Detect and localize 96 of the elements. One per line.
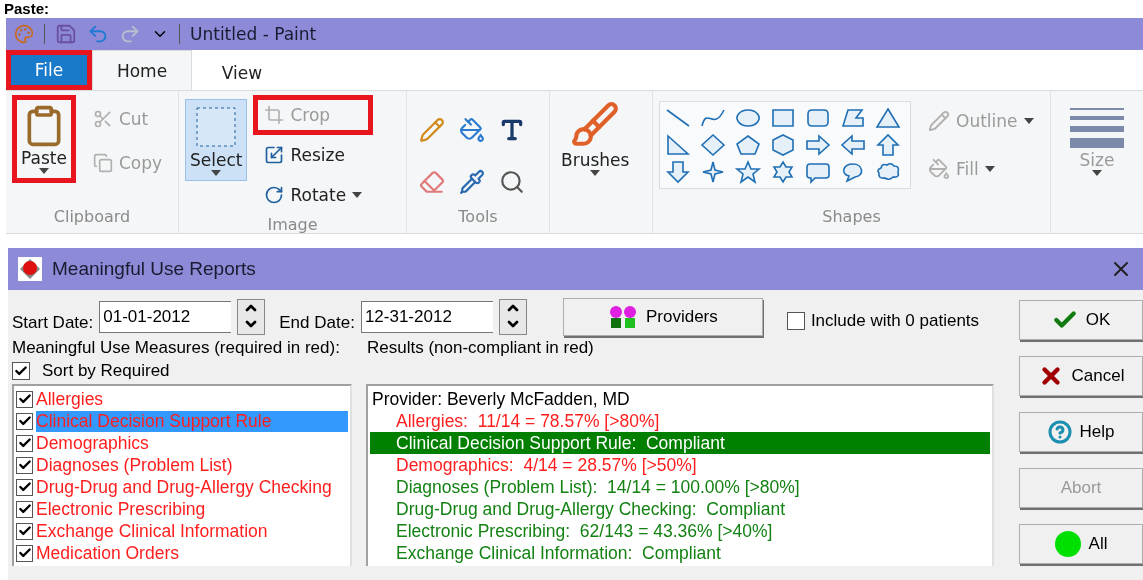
group-label: Shapes <box>821 207 882 228</box>
right-triangle-shape-icon[interactable] <box>664 133 692 157</box>
ribbon-tab[interactable]: Home <box>92 50 192 90</box>
checkbox[interactable] <box>16 544 33 562</box>
checkbox[interactable] <box>12 362 30 380</box>
result-row[interactable]: Exchange Clinical Information: Compliant <box>370 542 990 564</box>
help-button[interactable]: Help <box>1019 412 1143 452</box>
rectangle-shape-icon[interactable] <box>769 106 797 130</box>
app-icon <box>18 257 42 281</box>
rounded-rectangle-shape-icon[interactable] <box>804 106 832 130</box>
paint-bucket-icon[interactable] <box>459 117 485 143</box>
palette-icon <box>14 24 34 44</box>
checkbox-label: Sort by Required <box>42 361 170 381</box>
diamond-shape-icon[interactable] <box>699 133 727 157</box>
caret-icon <box>590 170 601 176</box>
checkbox-label: Include with 0 patients <box>810 311 980 331</box>
left-arrow-shape-icon[interactable] <box>839 133 867 157</box>
brushes-button[interactable]: Brushes <box>556 95 635 181</box>
oval-shape-icon[interactable] <box>734 106 762 130</box>
result-row[interactable]: Drug-Drug and Drug-Allergy Checking: Compliant <box>370 498 990 520</box>
measure-item[interactable]: Electronic Prescribing <box>36 498 206 520</box>
measure-item[interactable]: Exchange Clinical Information <box>36 520 268 542</box>
rounded-callout-shape-icon[interactable] <box>804 160 832 184</box>
result-row[interactable]: Electronic Prescribing: 62/143 = 43.36% [>40%] <box>370 520 990 542</box>
checkbox[interactable] <box>16 456 33 474</box>
group-label: Tools <box>457 207 499 228</box>
magnifier-icon[interactable] <box>499 169 525 195</box>
checkbox[interactable] <box>786 312 805 330</box>
hexagon-shape-icon[interactable] <box>769 133 797 157</box>
provider-row[interactable]: Provider: Beverly McFadden, MD <box>370 388 990 410</box>
caret-icon <box>211 170 222 176</box>
polygon-shape-icon[interactable] <box>839 106 867 130</box>
paint-bucket-icon <box>928 158 950 180</box>
text-icon[interactable] <box>499 117 525 143</box>
window-title: Untitled - Paint <box>190 24 317 44</box>
checkbox[interactable] <box>16 522 33 540</box>
rotate-icon <box>264 185 285 205</box>
result-row[interactable]: Allergies: 11/14 = 78.57% [>80%] <box>370 410 990 432</box>
section-label: Results (non-compliant in red) <box>367 338 594 358</box>
scissors-icon <box>92 109 113 129</box>
resize-button[interactable]: Resize <box>253 135 374 175</box>
caret-icon <box>352 192 363 198</box>
measure-item[interactable]: Medication Orders <box>36 542 179 564</box>
copy-icon <box>92 153 113 173</box>
result-row[interactable]: Demographics: 4/14 = 28.57% [>50%] <box>370 454 990 476</box>
spin-button[interactable] <box>498 299 527 335</box>
people-icon <box>607 304 638 330</box>
eraser-icon[interactable] <box>419 169 445 195</box>
pencil-icon[interactable] <box>419 117 445 143</box>
dialog-title: Meaningful Use Reports <box>52 258 257 280</box>
result-row[interactable]: Diagnoses (Problem List): 14/14 = 100.00% [>80%] <box>370 476 990 498</box>
measure-item[interactable]: Drug-Drug and Drug-Allergy Checking <box>36 476 332 498</box>
date-field[interactable]: 12-31-2012 <box>360 301 493 333</box>
circle-icon <box>1054 531 1081 557</box>
crop-icon <box>264 105 285 125</box>
checkbox[interactable] <box>16 412 33 430</box>
date-field[interactable]: 01-01-2012 <box>99 301 232 333</box>
line-width-icon <box>1070 106 1124 150</box>
ok-button[interactable]: OK <box>1019 300 1143 340</box>
providers-button[interactable]: Providers <box>562 298 763 336</box>
group-label: Image <box>266 215 319 234</box>
checkbox[interactable] <box>16 500 33 518</box>
up-arrow-shape-icon[interactable] <box>874 133 902 157</box>
checkbox[interactable] <box>16 390 33 408</box>
five-point-star-shape-icon[interactable] <box>734 160 762 184</box>
measure-item[interactable]: Allergies <box>36 388 104 410</box>
right-arrow-shape-icon[interactable] <box>804 133 832 157</box>
down-arrow-shape-icon[interactable] <box>664 160 692 184</box>
help-icon <box>1047 420 1072 444</box>
caret-icon <box>38 168 49 174</box>
pencil-icon <box>928 110 950 132</box>
resize-icon <box>264 145 285 165</box>
all-button[interactable]: All <box>1019 524 1143 564</box>
rotate-button[interactable]: Rotate <box>253 175 374 215</box>
pentagon-shape-icon[interactable] <box>734 133 762 157</box>
caption-text: Paste: <box>3 0 51 18</box>
section-label: Meaningful Use Measures (required in red): <box>12 338 341 358</box>
caret-icon <box>1023 118 1034 124</box>
checkbox[interactable] <box>16 478 33 496</box>
triangle-shape-icon[interactable] <box>874 106 902 130</box>
select-button[interactable]: Select <box>185 99 248 181</box>
line-shape-icon[interactable] <box>664 106 692 130</box>
spin-button[interactable] <box>237 299 266 335</box>
cancel-button[interactable]: Cancel <box>1019 356 1143 396</box>
measure-item[interactable]: Demographics <box>36 432 149 454</box>
file-tab[interactable]: File <box>6 50 92 90</box>
pipette-icon[interactable] <box>459 169 485 195</box>
field-label: Start Date: <box>12 313 94 333</box>
caret-icon <box>1092 170 1102 176</box>
paste-button[interactable]: Paste <box>12 95 76 183</box>
group-label: Clipboard <box>52 207 132 228</box>
measure-item[interactable]: Diagnoses (Problem List) <box>36 454 233 476</box>
result-row[interactable]: Clinical Decision Support Rule: Compliant <box>370 432 990 454</box>
field-label: End Date: <box>279 313 355 333</box>
checkbox[interactable] <box>16 434 33 452</box>
caret-icon <box>984 166 995 172</box>
